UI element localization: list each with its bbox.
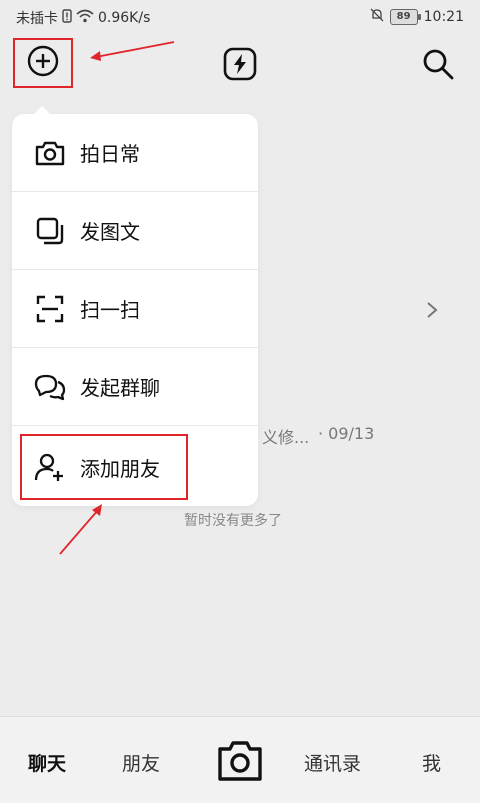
clock: 10:21 [423, 9, 464, 25]
network-speed: 0.96K/s [98, 10, 151, 26]
annotation-arrow-bottom [59, 504, 102, 555]
message-snippet: 义修... [262, 428, 310, 447]
search-icon [420, 46, 456, 86]
camera-icon [218, 741, 262, 781]
group-chat-icon [32, 369, 68, 405]
nav-camera-button[interactable] [216, 737, 264, 785]
add-menu: 拍日常 发图文 扫一扫 发起群聊 添加朋友 [12, 106, 258, 506]
camera-icon [32, 135, 68, 171]
scan-icon [32, 291, 68, 327]
menu-item-shoot-daily[interactable]: 拍日常 [12, 114, 258, 192]
nav-tab-me[interactable]: 我 [422, 749, 441, 776]
nav-tab-contacts[interactable]: 通讯录 [304, 749, 361, 776]
sim-alert-icon [62, 9, 72, 27]
carrier-text: 未插卡 [16, 11, 58, 27]
menu-item-label: 拍日常 [80, 142, 140, 166]
nav-tab-chat[interactable]: 聊天 [28, 749, 66, 776]
nav-tab-friends[interactable]: 朋友 [122, 749, 160, 776]
flash-button[interactable] [220, 46, 260, 86]
gallery-icon [32, 213, 68, 249]
lightning-icon [222, 46, 258, 86]
menu-item-label: 发起群聊 [80, 376, 160, 400]
plus-circle-icon [26, 44, 60, 82]
mute-bell-icon [370, 8, 384, 26]
status-bar: 未插卡 0.96K/s 89 10:21 [0, 0, 480, 34]
menu-item-scan[interactable]: 扫一扫 [12, 270, 258, 348]
wifi-icon [76, 9, 94, 27]
battery-indicator: 89 [389, 9, 421, 25]
menu-item-add-friend[interactable]: 添加朋友 [20, 434, 188, 500]
add-friend-icon [32, 449, 68, 485]
empty-note: 暂时没有更多了 [184, 513, 282, 529]
bottom-nav: 聊天 朋友 通讯录 我 [0, 716, 480, 803]
menu-item-label: 发图文 [80, 220, 140, 244]
menu-item-label: 添加朋友 [80, 456, 160, 481]
menu-item-post-image-text[interactable]: 发图文 [12, 192, 258, 270]
message-date: · 09/13 [318, 424, 375, 443]
search-button[interactable] [418, 46, 458, 86]
add-button[interactable] [13, 38, 73, 88]
annotation-arrow-top [90, 41, 175, 61]
menu-item-label: 扫一扫 [80, 298, 140, 322]
chevron-right-icon[interactable] [424, 300, 440, 324]
menu-item-group-chat[interactable]: 发起群聊 [12, 348, 258, 426]
